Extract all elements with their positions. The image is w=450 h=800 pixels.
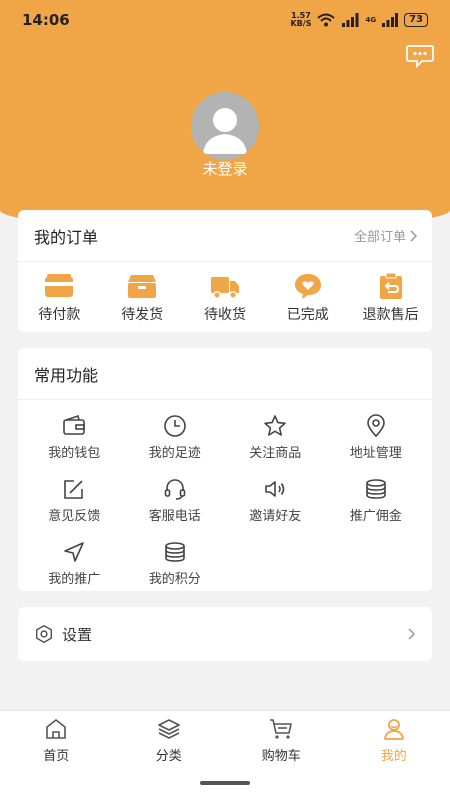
func-label: 邀请好友 [249, 509, 302, 524]
message-button[interactable] [406, 44, 434, 69]
func-customer-service[interactable]: 客服电话 [125, 469, 226, 532]
network-type: 4G [365, 16, 377, 24]
clock-icon [163, 415, 186, 437]
truck-icon [210, 277, 239, 299]
login-status[interactable]: 未登录 [0, 158, 450, 179]
order-pending-receipt[interactable]: 待收货 [186, 272, 264, 324]
order-pending-shipment[interactable]: 待发货 [103, 272, 181, 324]
status-icons: 1.57 KB/S 4G 73 [290, 12, 428, 28]
tab-cart[interactable]: 购物车 [225, 717, 338, 800]
edit-icon [64, 480, 84, 499]
all-orders-label: 全部订单 [353, 230, 406, 245]
net-speed-unit: KB/S [290, 19, 312, 28]
status-bar: 14:06 1.57 KB/S 4G 73 [0, 0, 450, 40]
default-avatar-icon [191, 92, 259, 160]
home-indicator[interactable] [200, 781, 250, 785]
settings-left: 设置 [34, 624, 92, 645]
headset-icon [164, 479, 186, 500]
func-label: 地址管理 [349, 446, 402, 461]
func-label: 我的推广 [48, 572, 101, 587]
user-icon [383, 719, 404, 740]
avatar[interactable] [191, 92, 259, 160]
functions-title: 常用功能 [34, 365, 99, 385]
order-label: 待付款 [38, 307, 81, 323]
chevron-right-icon [410, 229, 418, 242]
tab-label: 我的 [380, 749, 407, 764]
layers-icon [157, 719, 180, 739]
func-footprint[interactable]: 我的足迹 [125, 406, 226, 469]
tab-home[interactable]: 首页 [0, 717, 113, 800]
location-pin-icon [366, 414, 385, 438]
net-speed: 1.57 KB/S [290, 12, 311, 28]
order-pending-payment[interactable]: 待付款 [20, 272, 98, 324]
functions-card: 常用功能 我的钱包 我的足迹 关注商品 地址管理 意见反馈 客服电话 邀请好友 … [18, 348, 432, 591]
speaker-icon [265, 481, 285, 497]
order-label: 待收货 [203, 307, 246, 323]
order-completed[interactable]: 已完成 [269, 272, 347, 324]
bottom-tab-bar: 首页 分类 购物车 我的 [0, 710, 450, 800]
settings-row[interactable]: 设置 [18, 607, 432, 661]
func-address[interactable]: 地址管理 [326, 406, 427, 469]
func-label: 关注商品 [249, 446, 302, 461]
wallet-icon [63, 414, 86, 435]
func-label: 意见反馈 [48, 509, 101, 524]
settings-label: 设置 [62, 625, 93, 644]
func-feedback[interactable]: 意见反馈 [24, 469, 125, 532]
func-label: 我的钱包 [48, 446, 101, 461]
all-orders-link[interactable]: 全部订单 [354, 226, 418, 245]
func-label: 推广佣金 [349, 509, 402, 524]
navigation-icon [64, 542, 85, 562]
orders-header: 我的订单 全部订单 [18, 210, 432, 262]
tab-label: 首页 [43, 749, 70, 764]
signal-icon [342, 13, 359, 27]
package-icon [128, 275, 157, 298]
tab-label: 购物车 [261, 749, 301, 764]
battery-indicator: 73 [404, 13, 428, 27]
heart-bubble-icon [294, 274, 321, 299]
order-refund[interactable]: 退款售后 [352, 272, 430, 324]
refund-icon [379, 272, 402, 299]
order-label: 待发货 [121, 307, 164, 323]
tab-category[interactable]: 分类 [113, 717, 226, 800]
func-invite[interactable]: 邀请好友 [225, 469, 326, 532]
func-wallet[interactable]: 我的钱包 [24, 406, 125, 469]
coins-icon [365, 479, 386, 499]
func-label: 客服电话 [148, 509, 201, 524]
func-points[interactable]: 我的积分 [125, 532, 226, 595]
orders-card: 我的订单 全部订单 待付款 待发货 待收货 已完成 退款售后 [18, 210, 432, 332]
chevron-right-icon [408, 628, 416, 640]
gear-icon [36, 625, 52, 643]
wifi-icon [317, 13, 336, 27]
func-label: 我的足迹 [148, 446, 201, 461]
status-time: 14:06 [22, 11, 70, 29]
order-status-row: 待付款 待发货 待收货 已完成 退款售后 [18, 262, 432, 324]
functions-header: 常用功能 [18, 348, 432, 400]
tab-mine[interactable]: 我的 [338, 717, 450, 800]
home-icon [46, 719, 67, 739]
chat-bubble-icon [406, 45, 434, 69]
order-label: 退款售后 [362, 307, 419, 323]
func-my-promotion[interactable]: 我的推广 [24, 532, 125, 595]
signal-icon-2 [382, 13, 399, 27]
func-commission[interactable]: 推广佣金 [326, 469, 427, 532]
star-icon [264, 415, 287, 436]
tab-label: 分类 [155, 749, 182, 764]
coins-icon [164, 542, 185, 562]
wallet-icon [45, 274, 74, 297]
functions-grid: 我的钱包 我的足迹 关注商品 地址管理 意见反馈 客服电话 邀请好友 推广佣金 [18, 400, 432, 595]
orders-title: 我的订单 [34, 227, 99, 247]
order-label: 已完成 [286, 307, 329, 323]
func-favorites[interactable]: 关注商品 [225, 406, 326, 469]
cart-icon [270, 719, 293, 739]
func-label: 我的积分 [148, 572, 201, 587]
